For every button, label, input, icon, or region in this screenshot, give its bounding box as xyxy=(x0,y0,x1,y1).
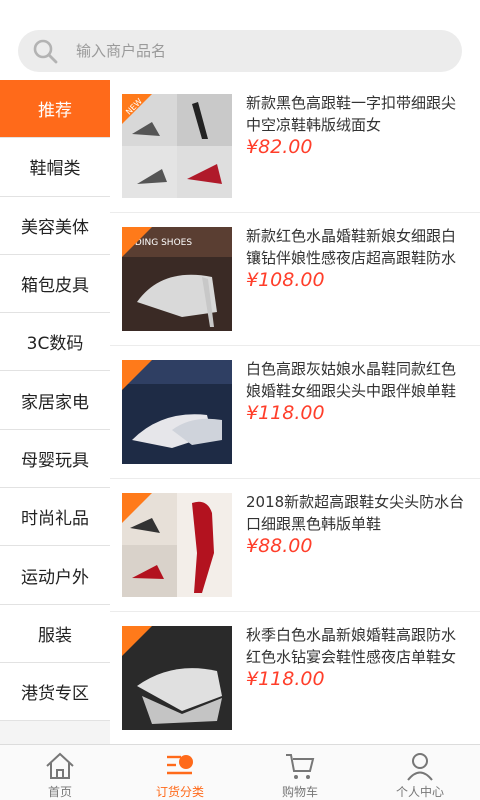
sidebar-item-bags[interactable]: 箱包皮具 xyxy=(0,254,110,314)
tab-profile[interactable]: 个人中心 xyxy=(360,745,480,800)
tab-cart[interactable]: 购物车 xyxy=(240,745,360,800)
tab-category[interactable]: 订货分类 xyxy=(120,745,240,800)
product-image xyxy=(122,626,232,730)
product-title: 新款黑色高跟鞋一字扣带细跟尖 中空凉鞋韩版绒面女 xyxy=(246,94,457,134)
user-icon xyxy=(404,751,436,781)
sidebar-item-baby-toys[interactable]: 母婴玩具 xyxy=(0,429,110,489)
product-item[interactable]: NEW 新款黑色高跟鞋一字扣带细跟尖 中空凉鞋韩版绒面女 ¥82.00 xyxy=(110,80,480,213)
product-title: 秋季白色水晶新娘婚鞋高跟防水 红色水钻宴会鞋性感夜店单鞋女 xyxy=(246,626,457,666)
product-image xyxy=(122,493,232,597)
sidebar-item-outdoor[interactable]: 运动户外 xyxy=(0,546,110,605)
search-bar[interactable] xyxy=(18,30,462,72)
product-item[interactable]: 白色高跟灰姑娘水晶鞋同款红色 娘婚鞋女细跟尖头中跟伴娘单鞋 ¥118.00 xyxy=(110,346,480,479)
sidebar-item-hk-goods[interactable]: 港货专区 xyxy=(0,662,110,722)
product-title: 2018新款超高跟鞋女尖头防水台 口细跟黑色韩版单鞋 xyxy=(246,493,465,533)
product-image: DDING SHOES xyxy=(122,227,232,331)
sidebar-item-home-appliance[interactable]: 家居家电 xyxy=(0,371,110,430)
product-image: NEW xyxy=(122,94,232,198)
product-price: ¥108.00 xyxy=(246,269,325,291)
tab-label: 购物车 xyxy=(281,785,318,799)
app-screen: 推荐 鞋帽类 美容美体 箱包皮具 3C数码 家居家电 母婴玩具 时尚礼品 运动户… xyxy=(0,0,480,800)
search-icon xyxy=(32,38,58,64)
product-list: NEW 新款黑色高跟鞋一字扣带细跟尖 中空凉鞋韩版绒面女 ¥82.00 DDIN… xyxy=(110,80,480,744)
category-sidebar: 推荐 鞋帽类 美容美体 箱包皮具 3C数码 家居家电 母婴玩具 时尚礼品 运动户… xyxy=(0,80,110,744)
category-icon xyxy=(164,751,196,781)
bottom-tabbar: 首页 订货分类 购物车 个人中心 xyxy=(0,744,480,800)
sidebar-item-gifts[interactable]: 时尚礼品 xyxy=(0,488,110,547)
sidebar-item-beauty[interactable]: 美容美体 xyxy=(0,196,110,255)
tab-label: 首页 xyxy=(47,785,72,799)
search-input[interactable] xyxy=(76,42,436,60)
product-item[interactable]: DDING SHOES 新款红色水晶婚鞋新娘女细跟白 镶钻伴娘性感夜店超高跟鞋防… xyxy=(110,213,480,346)
product-title: 新款红色水晶婚鞋新娘女细跟白 镶钻伴娘性感夜店超高跟鞋防水 xyxy=(246,227,457,267)
product-price: ¥118.00 xyxy=(246,402,325,424)
product-item[interactable]: 2018新款超高跟鞋女尖头防水台 口细跟黑色韩版单鞋 ¥88.00 xyxy=(110,479,480,612)
tab-home[interactable]: 首页 xyxy=(0,745,120,800)
sidebar-item-clothing[interactable]: 服装 xyxy=(0,604,110,663)
product-title: 白色高跟灰姑娘水晶鞋同款红色 娘婚鞋女细跟尖头中跟伴娘单鞋 xyxy=(246,360,457,400)
status-bar xyxy=(0,0,480,22)
home-icon xyxy=(44,751,76,781)
product-price: ¥118.00 xyxy=(246,668,325,690)
sidebar-item-shoes-hats[interactable]: 鞋帽类 xyxy=(0,138,110,197)
sidebar-item-3c[interactable]: 3C数码 xyxy=(0,313,110,372)
product-price: ¥82.00 xyxy=(246,136,313,158)
tab-label: 个人中心 xyxy=(395,785,444,799)
tab-label: 订货分类 xyxy=(155,785,204,799)
product-image xyxy=(122,360,232,464)
product-price: ¥88.00 xyxy=(246,535,313,557)
sidebar-item-recommend[interactable]: 推荐 xyxy=(0,80,110,139)
product-item[interactable]: 秋季白色水晶新娘婚鞋高跟防水 红色水钻宴会鞋性感夜店单鞋女 ¥118.00 xyxy=(110,612,480,744)
cart-icon xyxy=(284,751,316,781)
